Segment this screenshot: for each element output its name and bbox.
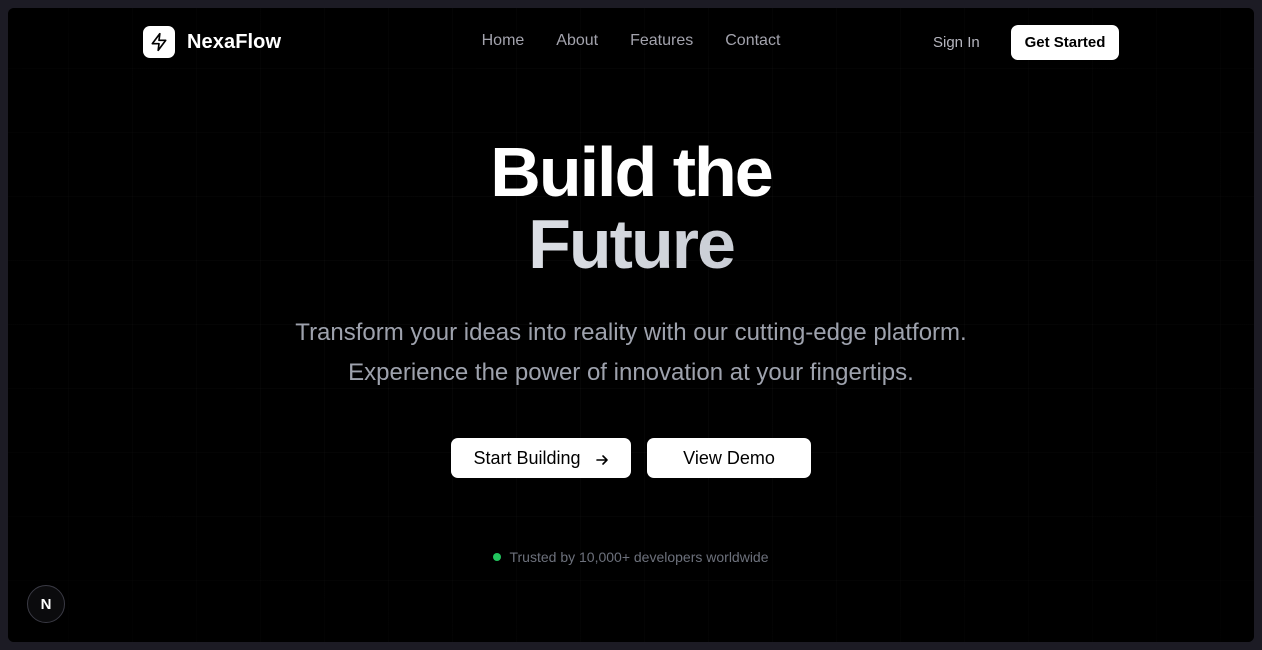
get-started-button[interactable]: Get Started (1011, 25, 1119, 60)
nextjs-icon[interactable]: N (27, 585, 65, 623)
nav-link-home[interactable]: Home (482, 32, 525, 50)
hero-title-line-1: Build the (490, 133, 773, 211)
arrow-right-icon (595, 451, 609, 465)
hero-title: Build the Future (8, 136, 1254, 280)
cta-row: Start Building View Demo (8, 438, 1254, 478)
view-demo-button[interactable]: View Demo (647, 438, 811, 478)
status-dot-icon (493, 553, 502, 561)
start-building-button[interactable]: Start Building (451, 438, 631, 478)
browser-viewport: NexaFlow Home About Features Contact Sig… (8, 8, 1254, 642)
view-demo-label: View Demo (683, 447, 775, 468)
nav-link-contact[interactable]: Contact (725, 32, 780, 50)
nav-link-about[interactable]: About (556, 32, 598, 50)
trust-indicator: Trusted by 10,000+ developers worldwide (8, 549, 1254, 565)
nav-link-features[interactable]: Features (630, 32, 693, 50)
hero-subtitle-line-2: Experience the power of innovation at yo… (348, 359, 914, 386)
hero-subtitle-line-1: Transform your ideas into reality with o… (295, 319, 967, 346)
sign-in-link[interactable]: Sign In (933, 34, 980, 51)
hero-subtitle: Transform your ideas into reality with o… (8, 313, 1254, 393)
hero-title-line-2: Future (8, 208, 1254, 280)
trust-text: Trusted by 10,000+ developers worldwide (509, 549, 769, 565)
dev-badge-letter: N (40, 595, 52, 613)
top-navigation: NexaFlow Home About Features Contact Sig… (8, 8, 1254, 76)
start-building-label: Start Building (473, 447, 581, 468)
